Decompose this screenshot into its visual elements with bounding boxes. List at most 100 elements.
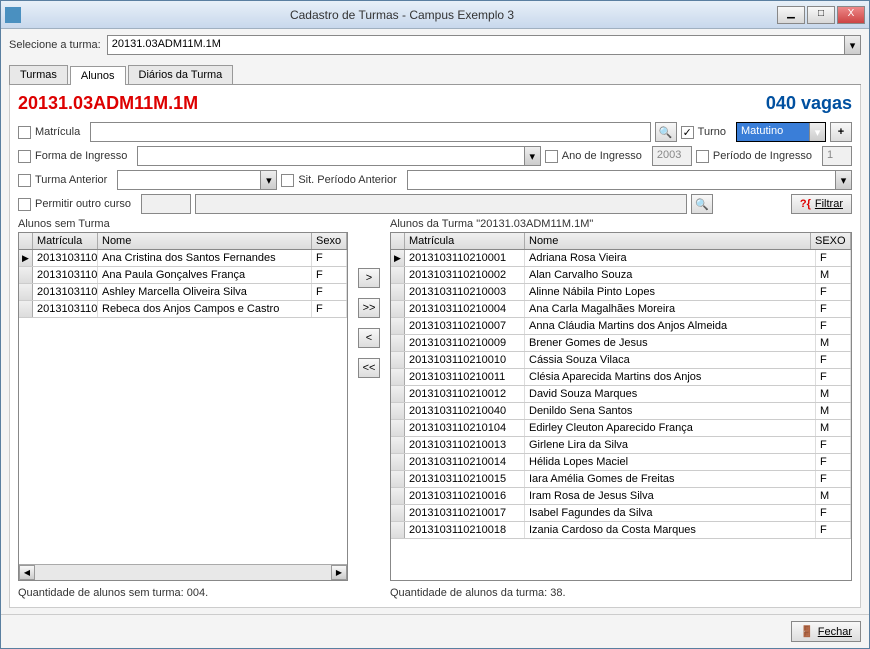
turma-ant-select[interactable]: ▾ xyxy=(117,170,277,190)
move-right-button[interactable]: > xyxy=(358,268,380,288)
table-row[interactable]: 2013103110210040Denildo Sena SantosM xyxy=(391,403,851,420)
close-button[interactable]: X xyxy=(837,6,865,24)
matricula-input[interactable] xyxy=(90,122,650,142)
table-row[interactable]: 2013103110210011Clésia Aparecida Martins… xyxy=(391,369,851,386)
cell-matricula: 2013103110210015 xyxy=(405,471,525,487)
move-all-left-button[interactable]: << xyxy=(358,358,380,378)
maximize-button[interactable]: □ xyxy=(807,6,835,24)
periodo-checkbox[interactable] xyxy=(696,150,709,163)
cell-nome: Ana Paula Gonçalves França xyxy=(98,267,312,283)
cell-nome: Adriana Rosa Vieira xyxy=(525,250,816,266)
table-row[interactable]: 2013103110Ashley Marcella Oliveira Silva… xyxy=(19,284,347,301)
row-marker xyxy=(391,488,405,504)
forma-checkbox[interactable] xyxy=(18,150,31,163)
forma-select[interactable]: ▾ xyxy=(137,146,540,166)
tab-diarios[interactable]: Diários da Turma xyxy=(128,65,234,84)
row-marker xyxy=(391,471,405,487)
col-nome[interactable]: Nome xyxy=(525,233,811,249)
scroll-left-icon[interactable]: ◀ xyxy=(19,565,35,580)
table-row[interactable]: ▶2013103110210001Adriana Rosa VieiraF xyxy=(391,250,851,267)
cell-matricula: 2013103110210016 xyxy=(405,488,525,504)
table-row[interactable]: 2013103110210009Brener Gomes de JesusM xyxy=(391,335,851,352)
move-left-button[interactable]: < xyxy=(358,328,380,348)
cell-sexo: F xyxy=(312,301,347,317)
col-matricula[interactable]: Matrícula xyxy=(33,233,98,249)
binoculars-icon[interactable]: 🔍 xyxy=(655,122,677,142)
table-row[interactable]: 2013103110210007Anna Cláudia Martins dos… xyxy=(391,318,851,335)
table-row[interactable]: ▶2013103110Ana Cristina dos Santos Ferna… xyxy=(19,250,347,267)
table-row[interactable]: 2013103110210018Izania Cardoso da Costa … xyxy=(391,522,851,539)
tab-alunos[interactable]: Alunos xyxy=(70,66,126,85)
table-row[interactable]: 2013103110Rebeca dos Anjos Campos e Cast… xyxy=(19,301,347,318)
table-row[interactable]: 2013103110210003Alinne Nábila Pinto Lope… xyxy=(391,284,851,301)
table-row[interactable]: 2013103110Ana Paula Gonçalves FrançaF xyxy=(19,267,347,284)
select-turma-value: 20131.03ADM11M.1M xyxy=(112,38,221,50)
permitir-desc-input[interactable] xyxy=(195,194,687,214)
row-marker xyxy=(19,267,33,283)
cell-matricula: 2013103110210018 xyxy=(405,522,525,538)
row-marker xyxy=(391,522,405,538)
periodo-input[interactable]: 1 xyxy=(822,146,852,166)
row-marker xyxy=(391,318,405,334)
permitir-code-input[interactable] xyxy=(141,194,191,214)
table-row[interactable]: 2013103110210016Iram Rosa de Jesus Silva… xyxy=(391,488,851,505)
permitir-checkbox[interactable] xyxy=(18,198,31,211)
right-grid[interactable]: Matrícula Nome SEXO ▶2013103110210001Adr… xyxy=(390,232,852,581)
chevron-down-icon[interactable]: ▾ xyxy=(835,171,851,189)
table-row[interactable]: 2013103110210010Cássia Souza VilacaF xyxy=(391,352,851,369)
cell-matricula: 2013103110 xyxy=(33,267,98,283)
fechar-button[interactable]: 🚪 Fechar xyxy=(791,621,861,642)
sit-per-checkbox[interactable] xyxy=(281,174,294,187)
turno-checkbox[interactable]: ✓ xyxy=(681,126,694,139)
row-marker xyxy=(391,505,405,521)
table-row[interactable]: 2013103110210004Ana Carla Magalhães More… xyxy=(391,301,851,318)
plus-button[interactable]: + xyxy=(830,122,852,142)
table-row[interactable]: 2013103110210104Edirley Cleuton Aparecid… xyxy=(391,420,851,437)
chevron-down-icon[interactable]: ▾ xyxy=(260,171,276,189)
table-row[interactable]: 2013103110210014Hélida Lopes MacielF xyxy=(391,454,851,471)
table-row[interactable]: 2013103110210002Alan Carvalho SouzaM xyxy=(391,267,851,284)
table-row[interactable]: 2013103110210015Iara Amélia Gomes de Fre… xyxy=(391,471,851,488)
turma-ant-checkbox[interactable] xyxy=(18,174,31,187)
cell-nome: Edirley Cleuton Aparecido França xyxy=(525,420,816,436)
turno-select[interactable]: Matutino ▾ xyxy=(736,122,826,142)
horizontal-scrollbar[interactable]: ◀ ▶ xyxy=(19,564,347,580)
col-nome[interactable]: Nome xyxy=(98,233,312,249)
cell-matricula: 2013103110210011 xyxy=(405,369,525,385)
col-sexo[interactable]: SEXO xyxy=(811,233,851,249)
ano-input[interactable]: 2003 xyxy=(652,146,692,166)
tab-turmas[interactable]: Turmas xyxy=(9,65,68,84)
sit-per-select[interactable]: ▾ xyxy=(407,170,852,190)
cell-sexo: F xyxy=(816,369,851,385)
col-sexo[interactable]: Sexo xyxy=(312,233,347,249)
turma-ant-label: Turma Anterior xyxy=(35,174,107,186)
minimize-button[interactable]: ▁ xyxy=(777,6,805,24)
permitir-label: Permitir outro curso xyxy=(35,198,131,210)
cell-sexo: F xyxy=(816,454,851,470)
turma-code: 20131.03ADM11M.1M xyxy=(18,93,198,114)
filtrar-button[interactable]: ?{ Filtrar xyxy=(791,194,852,214)
cell-matricula: 2013103110 xyxy=(33,301,98,317)
chevron-down-icon[interactable]: ▾ xyxy=(524,147,540,165)
select-turma-combo[interactable]: 20131.03ADM11M.1M ▾ xyxy=(107,35,861,55)
app-icon xyxy=(5,7,21,23)
scroll-right-icon[interactable]: ▶ xyxy=(331,565,347,580)
table-row[interactable]: 2013103110210013Girlene Lira da SilvaF xyxy=(391,437,851,454)
tabstrip: Turmas Alunos Diários da Turma xyxy=(9,65,861,85)
turno-label: Turno xyxy=(698,126,726,138)
move-all-right-button[interactable]: >> xyxy=(358,298,380,318)
right-pane-title: Alunos da Turma "20131.03ADM11M.1M" xyxy=(390,218,852,230)
matricula-checkbox[interactable] xyxy=(18,126,31,139)
binoculars-icon[interactable]: 🔍 xyxy=(691,194,713,214)
chevron-down-icon[interactable]: ▾ xyxy=(809,123,825,141)
left-grid[interactable]: Matrícula Nome Sexo ▶2013103110Ana Crist… xyxy=(18,232,348,581)
table-row[interactable]: 2013103110210017Isabel Fagundes da Silva… xyxy=(391,505,851,522)
chevron-down-icon[interactable]: ▾ xyxy=(844,36,860,54)
cell-matricula: 2013103110 xyxy=(33,284,98,300)
ano-checkbox[interactable] xyxy=(545,150,558,163)
col-matricula[interactable]: Matrícula xyxy=(405,233,525,249)
table-row[interactable]: 2013103110210012David Souza MarquesM xyxy=(391,386,851,403)
cell-sexo: F xyxy=(816,250,851,266)
cell-matricula: 2013103110210001 xyxy=(405,250,525,266)
cell-nome: Brener Gomes de Jesus xyxy=(525,335,816,351)
